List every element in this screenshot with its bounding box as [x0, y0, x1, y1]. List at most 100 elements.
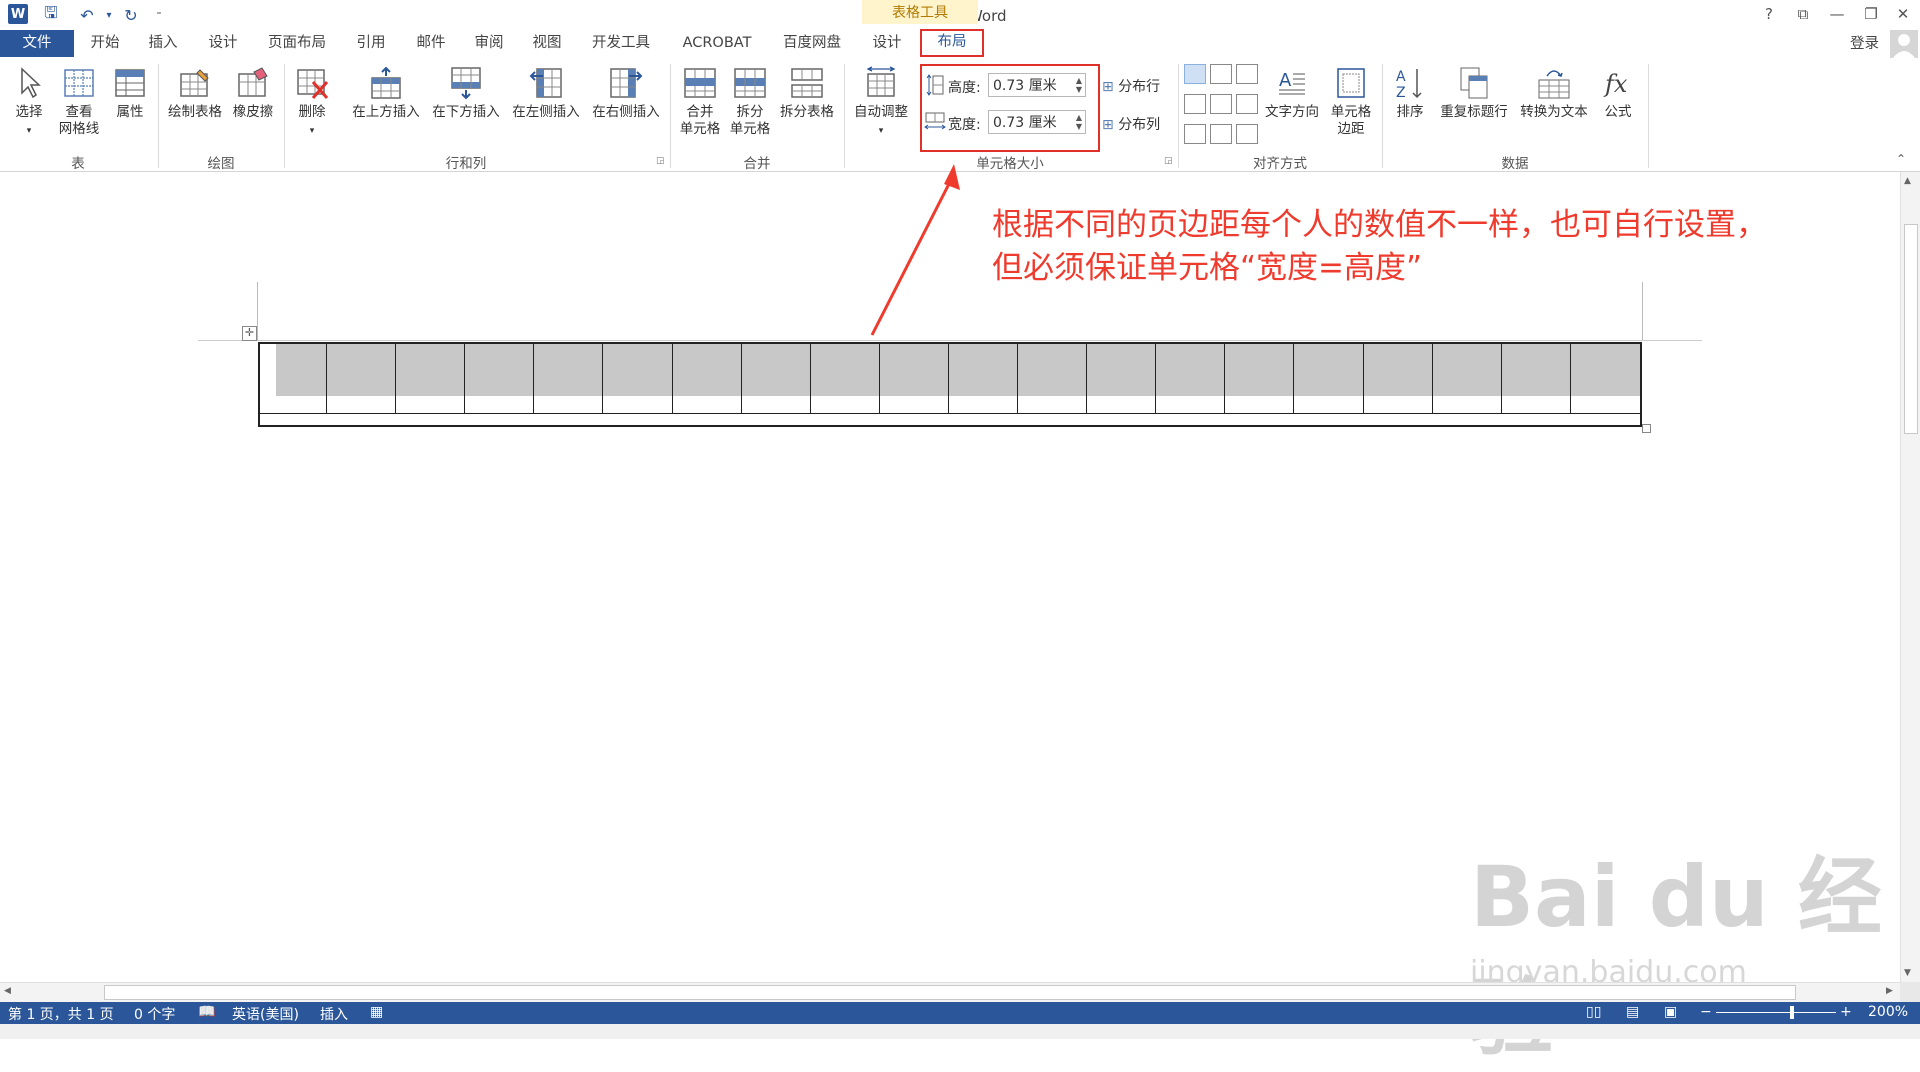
insert-above-button[interactable]: 在上方插入 [346, 66, 426, 121]
vertical-scroll-thumb[interactable] [1904, 224, 1918, 434]
zoom-in-icon[interactable]: + [1840, 1004, 1852, 1020]
delete-button[interactable]: 删除 ▾ [290, 66, 334, 140]
table-cell[interactable] [534, 344, 604, 413]
split-cells-button[interactable]: 拆分 单元格 [724, 66, 776, 138]
horizontal-scroll-thumb[interactable] [104, 985, 1796, 1000]
distribute-columns-button[interactable]: ⊞ 分布列 [1102, 114, 1160, 134]
tab-baidu-netdisk[interactable]: 百度网盘 [772, 30, 852, 57]
tab-developer[interactable]: 开发工具 [582, 30, 660, 57]
help-button[interactable]: ? [1752, 2, 1786, 26]
language-indicator[interactable]: 英语(美国) [232, 1004, 299, 1024]
insert-below-button[interactable]: 在下方插入 [426, 66, 506, 121]
tab-mailings[interactable]: 邮件 [406, 30, 456, 57]
table-cell[interactable] [1156, 344, 1226, 413]
tab-design[interactable]: 设计 [198, 30, 248, 57]
tab-file[interactable]: 文件 [0, 30, 74, 57]
align-top-left-icon[interactable] [1184, 64, 1206, 84]
ribbon-display-options-icon[interactable]: ⧉ [1786, 2, 1820, 26]
table-cell[interactable] [1018, 344, 1088, 413]
login-link[interactable]: 登录 [1850, 32, 1879, 53]
tab-table-design[interactable]: 设计 [862, 30, 912, 57]
align-bottom-center-icon[interactable] [1210, 124, 1232, 144]
insert-mode-indicator[interactable]: 插入 [320, 1004, 348, 1024]
zoom-slider-thumb[interactable] [1790, 1006, 1794, 1019]
vertical-scrollbar[interactable]: ▲ ▼ [1900, 172, 1920, 982]
read-mode-icon[interactable]: ▯▯ [1586, 1004, 1601, 1020]
align-middle-left-icon[interactable] [1184, 94, 1206, 114]
table-cell[interactable] [1363, 344, 1433, 413]
macro-record-icon[interactable]: ▦ [370, 1004, 383, 1020]
tab-acrobat[interactable]: ACROBAT [670, 30, 764, 57]
web-layout-icon[interactable]: ▣ [1664, 1004, 1677, 1020]
table-cell[interactable] [810, 344, 880, 413]
draw-table-button[interactable]: 绘制表格 [164, 66, 226, 121]
table-cell[interactable] [741, 344, 811, 413]
sort-button[interactable]: AZ 排序 [1388, 66, 1432, 121]
align-middle-right-icon[interactable] [1236, 94, 1258, 114]
tab-insert[interactable]: 插入 [138, 30, 188, 57]
table-cell[interactable] [260, 344, 327, 413]
zoom-level[interactable]: 200% [1868, 1004, 1908, 1020]
user-avatar-icon[interactable] [1890, 30, 1918, 58]
scroll-down-icon[interactable]: ▼ [1904, 968, 1911, 978]
height-spinner[interactable]: ▲ ▼ [1076, 76, 1082, 94]
align-bottom-left-icon[interactable] [1184, 124, 1206, 144]
table-cell[interactable] [1570, 344, 1640, 413]
eraser-button[interactable]: 橡皮擦 [228, 66, 278, 121]
align-top-right-icon[interactable] [1236, 64, 1258, 84]
align-bottom-right-icon[interactable] [1236, 124, 1258, 144]
scroll-right-icon[interactable]: ▶ [1886, 986, 1893, 996]
table-move-handle-icon[interactable]: ✛ [242, 326, 257, 341]
table-cell[interactable] [1294, 344, 1364, 413]
table-cell[interactable] [396, 344, 466, 413]
minimize-button[interactable]: — [1820, 2, 1854, 26]
tab-references[interactable]: 引用 [346, 30, 396, 57]
tab-view[interactable]: 视图 [522, 30, 572, 57]
table-cell[interactable] [1225, 344, 1295, 413]
zoom-slider-track[interactable] [1716, 1012, 1836, 1013]
tab-page-layout[interactable]: 页面布局 [258, 30, 336, 57]
width-input[interactable]: 0.73 厘米 ▲ ▼ [988, 110, 1086, 134]
table-cell[interactable] [1501, 344, 1571, 413]
insert-right-button[interactable]: 在右侧插入 [586, 66, 666, 121]
cell-margins-button[interactable]: 单元格 边距 [1324, 66, 1378, 138]
collapse-ribbon-icon[interactable]: ⌃ [1896, 152, 1906, 166]
word-count[interactable]: 0 个字 [134, 1004, 175, 1024]
table-resize-handle-icon[interactable] [1642, 424, 1651, 433]
cell-size-dialog-launcher-icon[interactable]: ◲ [1164, 156, 1173, 166]
zoom-out-icon[interactable]: − [1700, 1004, 1712, 1020]
table-cell[interactable] [879, 344, 949, 413]
height-input[interactable]: 0.73 厘米 ▲ ▼ [988, 73, 1086, 97]
text-direction-button[interactable]: A 文字方向 [1260, 66, 1324, 121]
insert-left-button[interactable]: 在左侧插入 [506, 66, 586, 121]
table-cell[interactable] [465, 344, 535, 413]
properties-button[interactable]: 属性 [108, 66, 152, 121]
scroll-left-icon[interactable]: ◀ [4, 986, 11, 996]
convert-to-text-button[interactable]: 转换为文本 [1514, 66, 1594, 121]
select-button[interactable]: 选择 ▾ [8, 66, 50, 140]
proofing-icon[interactable]: 📖 [198, 1004, 215, 1020]
table-cell[interactable] [603, 344, 673, 413]
merge-cells-button[interactable]: 合并 单元格 [674, 66, 726, 138]
width-spinner[interactable]: ▲ ▼ [1076, 113, 1082, 131]
split-table-button[interactable]: 拆分表格 [776, 66, 838, 121]
table-cell[interactable] [327, 344, 397, 413]
tab-review[interactable]: 审阅 [464, 30, 514, 57]
align-middle-center-icon[interactable] [1210, 94, 1232, 114]
table-cell[interactable] [948, 344, 1019, 413]
repeat-header-rows-button[interactable]: 重复标题行 [1434, 66, 1514, 121]
print-layout-icon[interactable]: ▤ [1626, 1004, 1639, 1020]
scroll-up-icon[interactable]: ▲ [1904, 176, 1911, 186]
table-cell[interactable] [1432, 344, 1502, 413]
tab-table-layout[interactable]: 布局 [920, 29, 984, 57]
align-top-center-icon[interactable] [1210, 64, 1232, 84]
horizontal-scrollbar[interactable]: ◀ ▶ [0, 982, 1900, 1003]
dialog-launcher-icon[interactable]: ◲ [656, 156, 665, 166]
restore-button[interactable]: ❐ [1854, 2, 1888, 26]
distribute-rows-button[interactable]: ⊞ 分布行 [1102, 76, 1160, 96]
formula-button[interactable]: fx 公式 [1596, 66, 1640, 121]
tab-home[interactable]: 开始 [80, 30, 130, 57]
table-cell[interactable] [672, 344, 742, 413]
autofit-button[interactable]: 自动调整 ▾ [848, 66, 914, 140]
page-count[interactable]: 第 1 页，共 1 页 [8, 1004, 114, 1024]
